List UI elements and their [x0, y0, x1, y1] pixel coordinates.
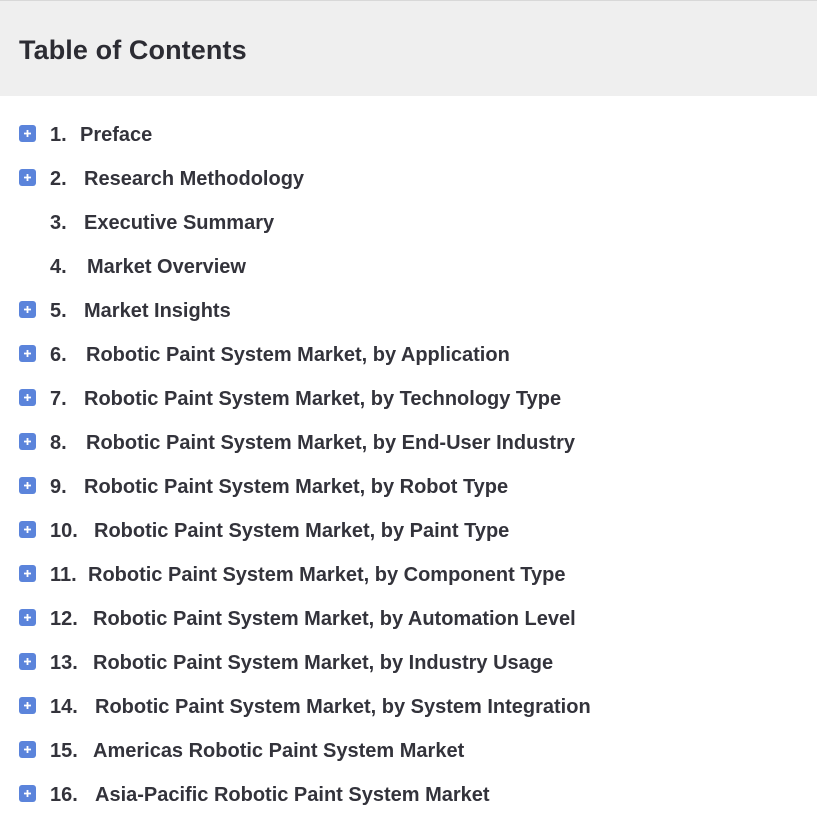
page-title: Table of Contents: [19, 35, 247, 65]
toc-item-number: 12.: [50, 608, 78, 630]
toc-item-research-methodology[interactable]: 2. Research Methodology: [0, 156, 817, 200]
plus-icon[interactable]: [19, 697, 36, 714]
toc-item-number: 8.: [50, 432, 67, 454]
plus-icon[interactable]: [19, 345, 36, 362]
toc-item-label[interactable]: Robotic Paint System Market, by Componen…: [88, 564, 565, 587]
toc-item-by-robot-type[interactable]: 9. Robotic Paint System Market, by Robot…: [0, 464, 817, 508]
toc-item-label[interactable]: Robotic Paint System Market, by System I…: [95, 696, 591, 719]
toc-item-label[interactable]: Asia-Pacific Robotic Paint System Market: [95, 784, 490, 807]
toc-item-by-automation-level[interactable]: 12. Robotic Paint System Market, by Auto…: [0, 596, 817, 640]
toc-item-label[interactable]: Robotic Paint System Market, by Automati…: [93, 608, 576, 631]
toc-item-by-application[interactable]: 6. Robotic Paint System Market, by Appli…: [0, 332, 817, 376]
toc-item-number: 14.: [50, 696, 78, 718]
toc-item-label[interactable]: Executive Summary: [84, 212, 274, 235]
toc-item-asia-pacific[interactable]: 16. Asia-Pacific Robotic Paint System Ma…: [0, 772, 817, 814]
toc-item-number: 4.: [50, 256, 67, 278]
plus-icon[interactable]: [19, 609, 36, 626]
toc-item-label[interactable]: Robotic Paint System Market, by Industry…: [93, 652, 553, 675]
plus-icon[interactable]: [19, 389, 36, 406]
toc-item-label[interactable]: Robotic Paint System Market, by Technolo…: [84, 388, 561, 411]
toc-item-number: 16.: [50, 784, 78, 806]
plus-icon[interactable]: [19, 565, 36, 582]
toc-item-number: 13.: [50, 652, 78, 674]
toc-item-number: 3.: [50, 212, 67, 234]
toc-item-by-paint-type[interactable]: 10. Robotic Paint System Market, by Pain…: [0, 508, 817, 552]
plus-icon[interactable]: [19, 169, 36, 186]
toc-item-label[interactable]: Research Methodology: [84, 168, 304, 191]
plus-icon[interactable]: [19, 741, 36, 758]
plus-icon[interactable]: [19, 653, 36, 670]
plus-icon[interactable]: [19, 125, 36, 142]
toc-item-by-end-user-industry[interactable]: 8. Robotic Paint System Market, by End-U…: [0, 420, 817, 464]
toc-item-label[interactable]: Preface: [80, 124, 152, 147]
toc-item-number: 9.: [50, 476, 67, 498]
plus-icon[interactable]: [19, 785, 36, 802]
toc-item-by-system-integration[interactable]: 14. Robotic Paint System Market, by Syst…: [0, 684, 817, 728]
toc-item-label[interactable]: Robotic Paint System Market, by Applicat…: [86, 344, 510, 367]
toc-item-number: 6.: [50, 344, 67, 366]
toc-header: Table of Contents: [0, 0, 817, 96]
toc-item-number: 7.: [50, 388, 67, 410]
toc-item-market-overview[interactable]: 4. Market Overview: [0, 244, 817, 288]
table-of-contents: Table of Contents 1. Preface 2. Research…: [0, 0, 817, 814]
plus-icon[interactable]: [19, 433, 36, 450]
toc-item-by-component-type[interactable]: 11. Robotic Paint System Market, by Comp…: [0, 552, 817, 596]
toc-item-label[interactable]: Robotic Paint System Market, by End-User…: [86, 432, 575, 455]
toc-item-by-technology-type[interactable]: 7. Robotic Paint System Market, by Techn…: [0, 376, 817, 420]
plus-icon[interactable]: [19, 301, 36, 318]
toc-item-executive-summary[interactable]: 3. Executive Summary: [0, 200, 817, 244]
plus-icon[interactable]: [19, 477, 36, 494]
toc-item-label[interactable]: Robotic Paint System Market, by Paint Ty…: [94, 520, 509, 543]
toc-item-label[interactable]: Americas Robotic Paint System Market: [93, 740, 464, 763]
toc-item-label[interactable]: Market Overview: [87, 256, 246, 279]
toc-item-market-insights[interactable]: 5. Market Insights: [0, 288, 817, 332]
toc-item-number: 1.: [50, 124, 67, 146]
toc-item-preface[interactable]: 1. Preface: [0, 112, 817, 156]
toc-item-by-industry-usage[interactable]: 13. Robotic Paint System Market, by Indu…: [0, 640, 817, 684]
toc-item-number: 11.: [50, 564, 77, 586]
toc-item-number: 2.: [50, 168, 67, 190]
toc-item-number: 10.: [50, 520, 78, 542]
toc-item-label[interactable]: Market Insights: [84, 300, 231, 323]
plus-icon[interactable]: [19, 521, 36, 538]
toc-item-label[interactable]: Robotic Paint System Market, by Robot Ty…: [84, 476, 508, 499]
toc-item-number: 15.: [50, 740, 78, 762]
toc-item-americas[interactable]: 15. Americas Robotic Paint System Market: [0, 728, 817, 772]
toc-item-number: 5.: [50, 300, 67, 322]
toc-list: 1. Preface 2. Research Methodology 3. Ex…: [0, 112, 817, 814]
